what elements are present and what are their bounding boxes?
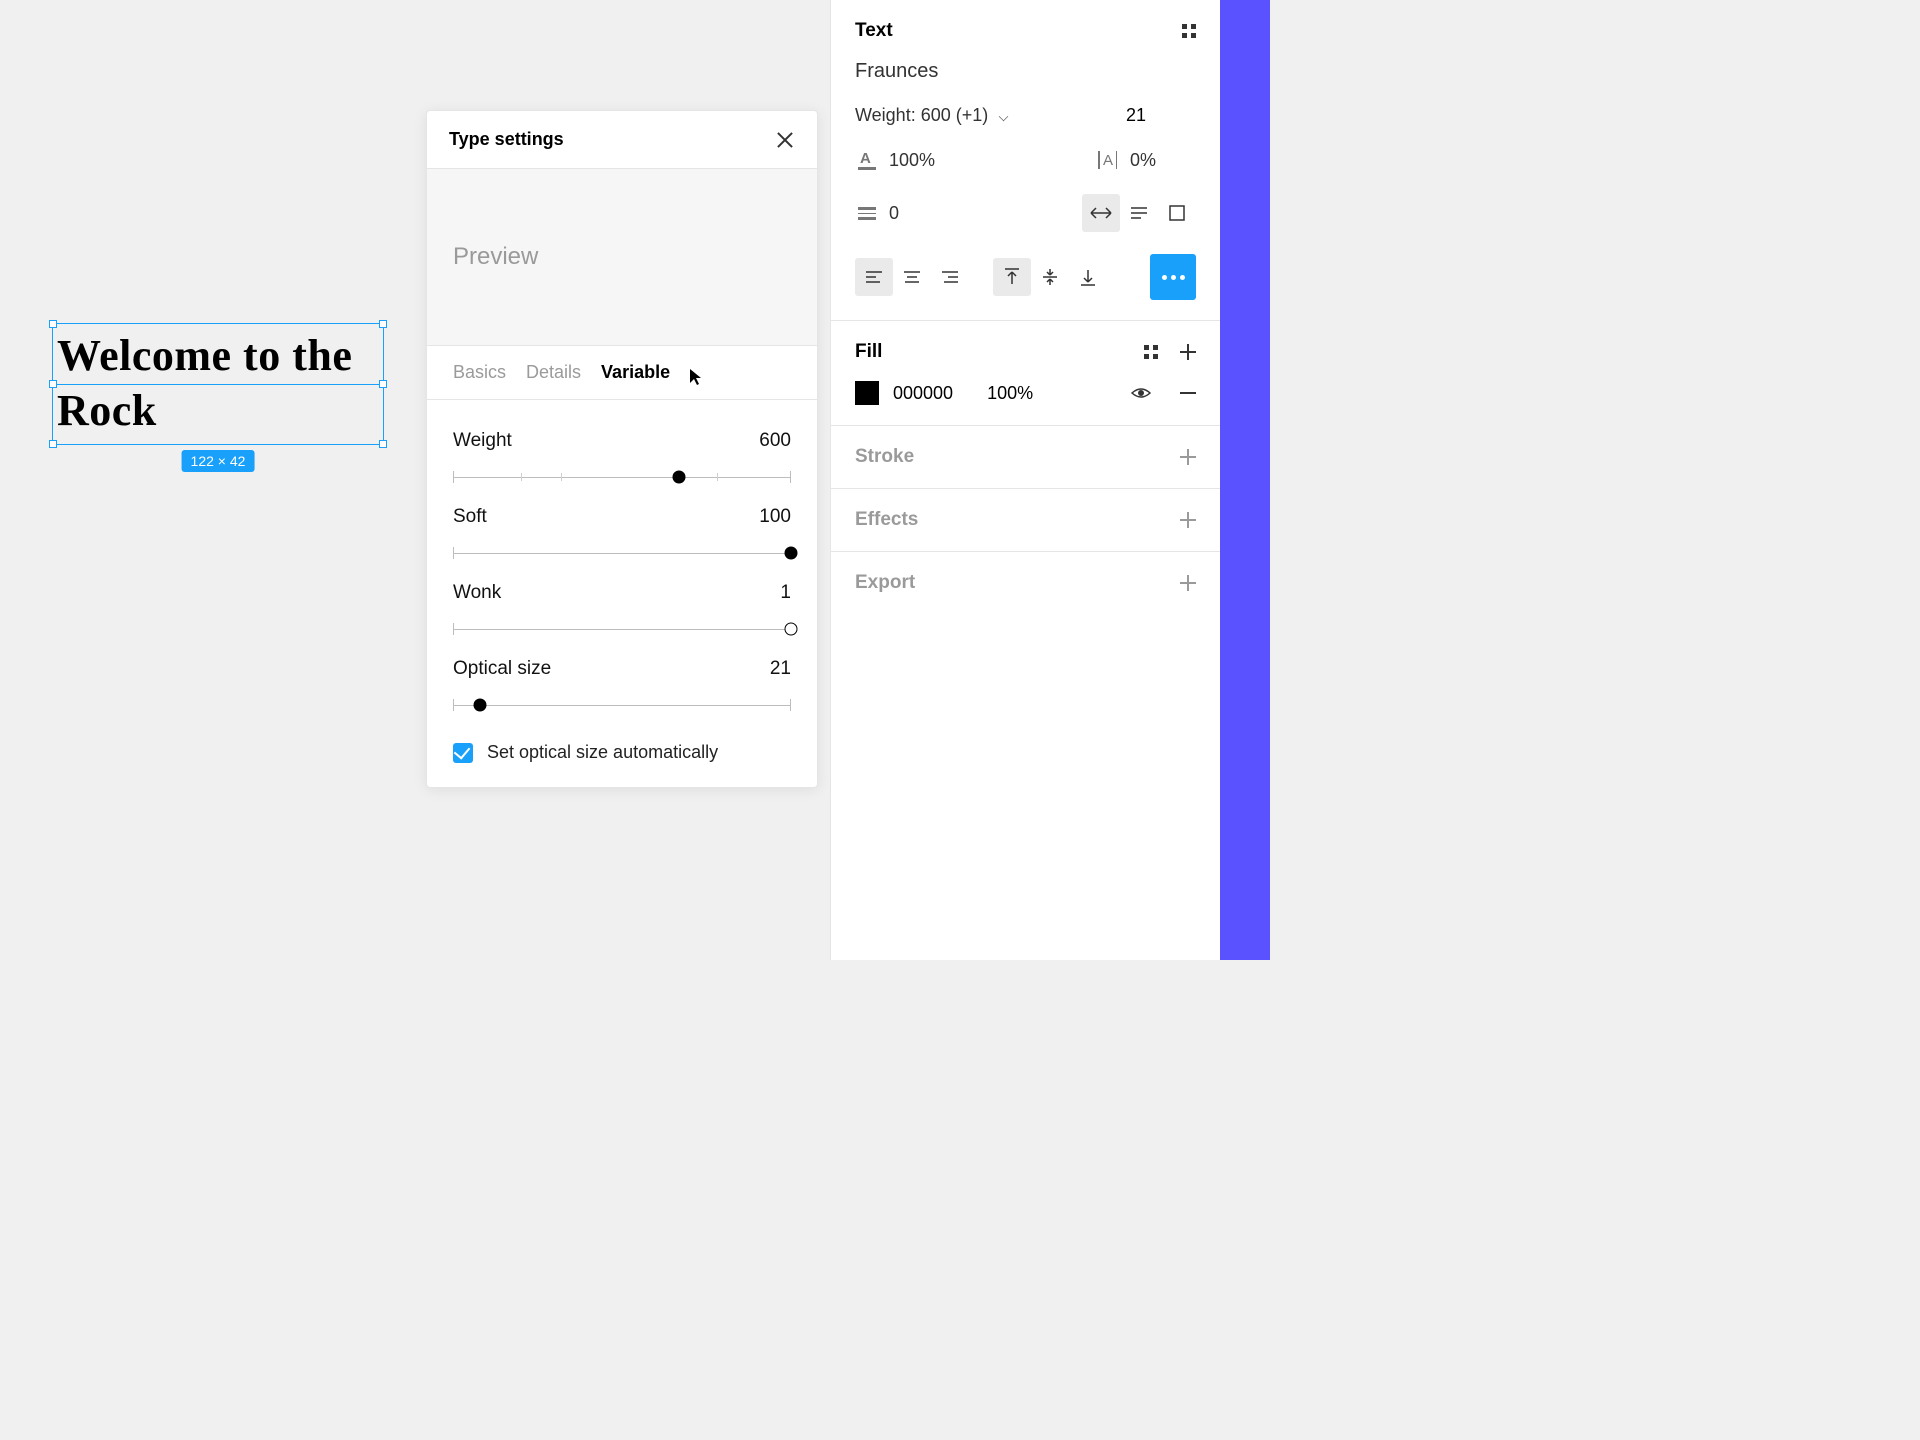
align-bottom-button[interactable] (1069, 258, 1107, 296)
align-top-button[interactable] (993, 258, 1031, 296)
type-settings-tabs: Basics Details Variable (427, 346, 817, 400)
selection-midline (53, 384, 383, 385)
right-edge-strip (1220, 0, 1270, 960)
line-height-icon: A (855, 148, 879, 172)
add-effect-icon[interactable] (1180, 512, 1196, 528)
paragraph-spacing-icon (855, 201, 879, 225)
resize-handle-bottom-left[interactable] (49, 440, 57, 448)
fill-opacity-value[interactable]: 100% (987, 383, 1033, 404)
tab-basics[interactable]: Basics (453, 362, 506, 383)
slider-soft-thumb[interactable] (785, 547, 798, 560)
fill-style-grid-icon[interactable] (1144, 345, 1158, 359)
selected-text-frame[interactable]: Welcome to the Rock 122 × 42 (52, 323, 384, 445)
type-settings-title: Type settings (449, 129, 564, 150)
slider-weight-track[interactable] (453, 468, 791, 486)
font-weight-select[interactable]: Weight: 600 (+1) (855, 105, 1010, 126)
paragraph-spacing-value: 0 (889, 203, 899, 224)
slider-optical-thumb[interactable] (474, 699, 487, 712)
add-export-icon[interactable] (1180, 575, 1196, 591)
resize-handle-mid-right[interactable] (379, 380, 387, 388)
resize-handle-bottom-right[interactable] (379, 440, 387, 448)
optical-auto-checkbox-row[interactable]: Set optical size automatically (453, 714, 791, 763)
variable-sliders: Weight 600 Soft 100 (427, 400, 817, 787)
type-settings-header: Type settings (427, 111, 817, 169)
slider-weight-thumb[interactable] (673, 471, 686, 484)
align-left-button[interactable] (855, 258, 893, 296)
effects-section-title: Effects (855, 509, 918, 531)
fill-hex-value[interactable]: 000000 (893, 383, 953, 404)
slider-wonk-value: 1 (780, 582, 791, 604)
letter-spacing-value: 0% (1130, 150, 1156, 171)
slider-soft-label: Soft (453, 506, 487, 528)
letter-spacing-icon: A (1096, 148, 1120, 172)
slider-optical-value: 21 (770, 658, 791, 680)
preview-label: Preview (453, 243, 791, 271)
export-section-title: Export (855, 572, 915, 594)
stroke-section-title: Stroke (855, 446, 914, 468)
line-height-value: 100% (889, 150, 935, 171)
slider-weight-label: Weight (453, 430, 512, 452)
slider-weight: Weight 600 (453, 410, 791, 486)
text-more-options-button[interactable] (1150, 254, 1196, 300)
slider-soft-value: 100 (759, 506, 791, 528)
line-height-field[interactable]: A 100% (855, 148, 935, 172)
close-icon[interactable] (775, 130, 795, 150)
style-grid-icon[interactable] (1182, 24, 1196, 38)
letter-spacing-field[interactable]: A 0% (1096, 148, 1196, 172)
slider-wonk: Wonk 1 (453, 562, 791, 638)
stroke-section: Stroke (831, 426, 1220, 489)
slider-wonk-label: Wonk (453, 582, 501, 604)
slider-weight-value: 600 (759, 430, 791, 452)
checkbox-checked-icon[interactable] (453, 743, 473, 763)
resize-handle-mid-left[interactable] (49, 380, 57, 388)
font-family-field[interactable]: Fraunces (855, 60, 1196, 83)
text-section: Text Fraunces Weight: 600 (+1) 21 A 100%… (831, 0, 1220, 321)
ellipsis-icon (1162, 275, 1185, 280)
add-stroke-icon[interactable] (1180, 449, 1196, 465)
font-weight-label: Weight: 600 (+1) (855, 105, 988, 126)
type-settings-panel: Type settings Preview Basics Details Var… (426, 110, 818, 788)
text-section-title: Text (855, 20, 893, 42)
slider-wonk-thumb[interactable] (785, 623, 798, 636)
fill-color-swatch[interactable] (855, 381, 879, 405)
type-preview-area: Preview (427, 169, 817, 346)
selection-dimensions-badge: 122 × 42 (182, 450, 255, 472)
align-right-button[interactable] (931, 258, 969, 296)
slider-soft: Soft 100 (453, 486, 791, 562)
slider-wonk-track[interactable] (453, 620, 791, 638)
optical-auto-label: Set optical size automatically (487, 742, 718, 763)
slider-optical-track[interactable] (453, 696, 791, 714)
auto-height-button[interactable] (1120, 194, 1158, 232)
export-section: Export (831, 552, 1220, 614)
inspector-panel: Text Fraunces Weight: 600 (+1) 21 A 100%… (830, 0, 1220, 960)
effects-section: Effects (831, 489, 1220, 552)
fixed-size-button[interactable] (1158, 194, 1196, 232)
auto-width-button[interactable] (1082, 194, 1120, 232)
fill-section: Fill 000000 100% (831, 321, 1220, 426)
tab-variable[interactable]: Variable (601, 362, 670, 383)
tab-details[interactable]: Details (526, 362, 581, 383)
visibility-icon[interactable] (1130, 382, 1152, 404)
chevron-down-icon (998, 112, 1010, 120)
slider-soft-track[interactable] (453, 544, 791, 562)
remove-fill-icon[interactable] (1180, 385, 1196, 401)
slider-optical-label: Optical size (453, 658, 551, 680)
fill-section-title: Fill (855, 341, 882, 363)
align-center-button[interactable] (893, 258, 931, 296)
align-middle-button[interactable] (1031, 258, 1069, 296)
resize-handle-top-right[interactable] (379, 320, 387, 328)
resize-handle-top-left[interactable] (49, 320, 57, 328)
add-fill-icon[interactable] (1180, 344, 1196, 360)
slider-optical-size: Optical size 21 (453, 638, 791, 714)
paragraph-spacing-field[interactable]: 0 (855, 201, 899, 225)
font-size-field[interactable]: 21 (1126, 105, 1196, 126)
